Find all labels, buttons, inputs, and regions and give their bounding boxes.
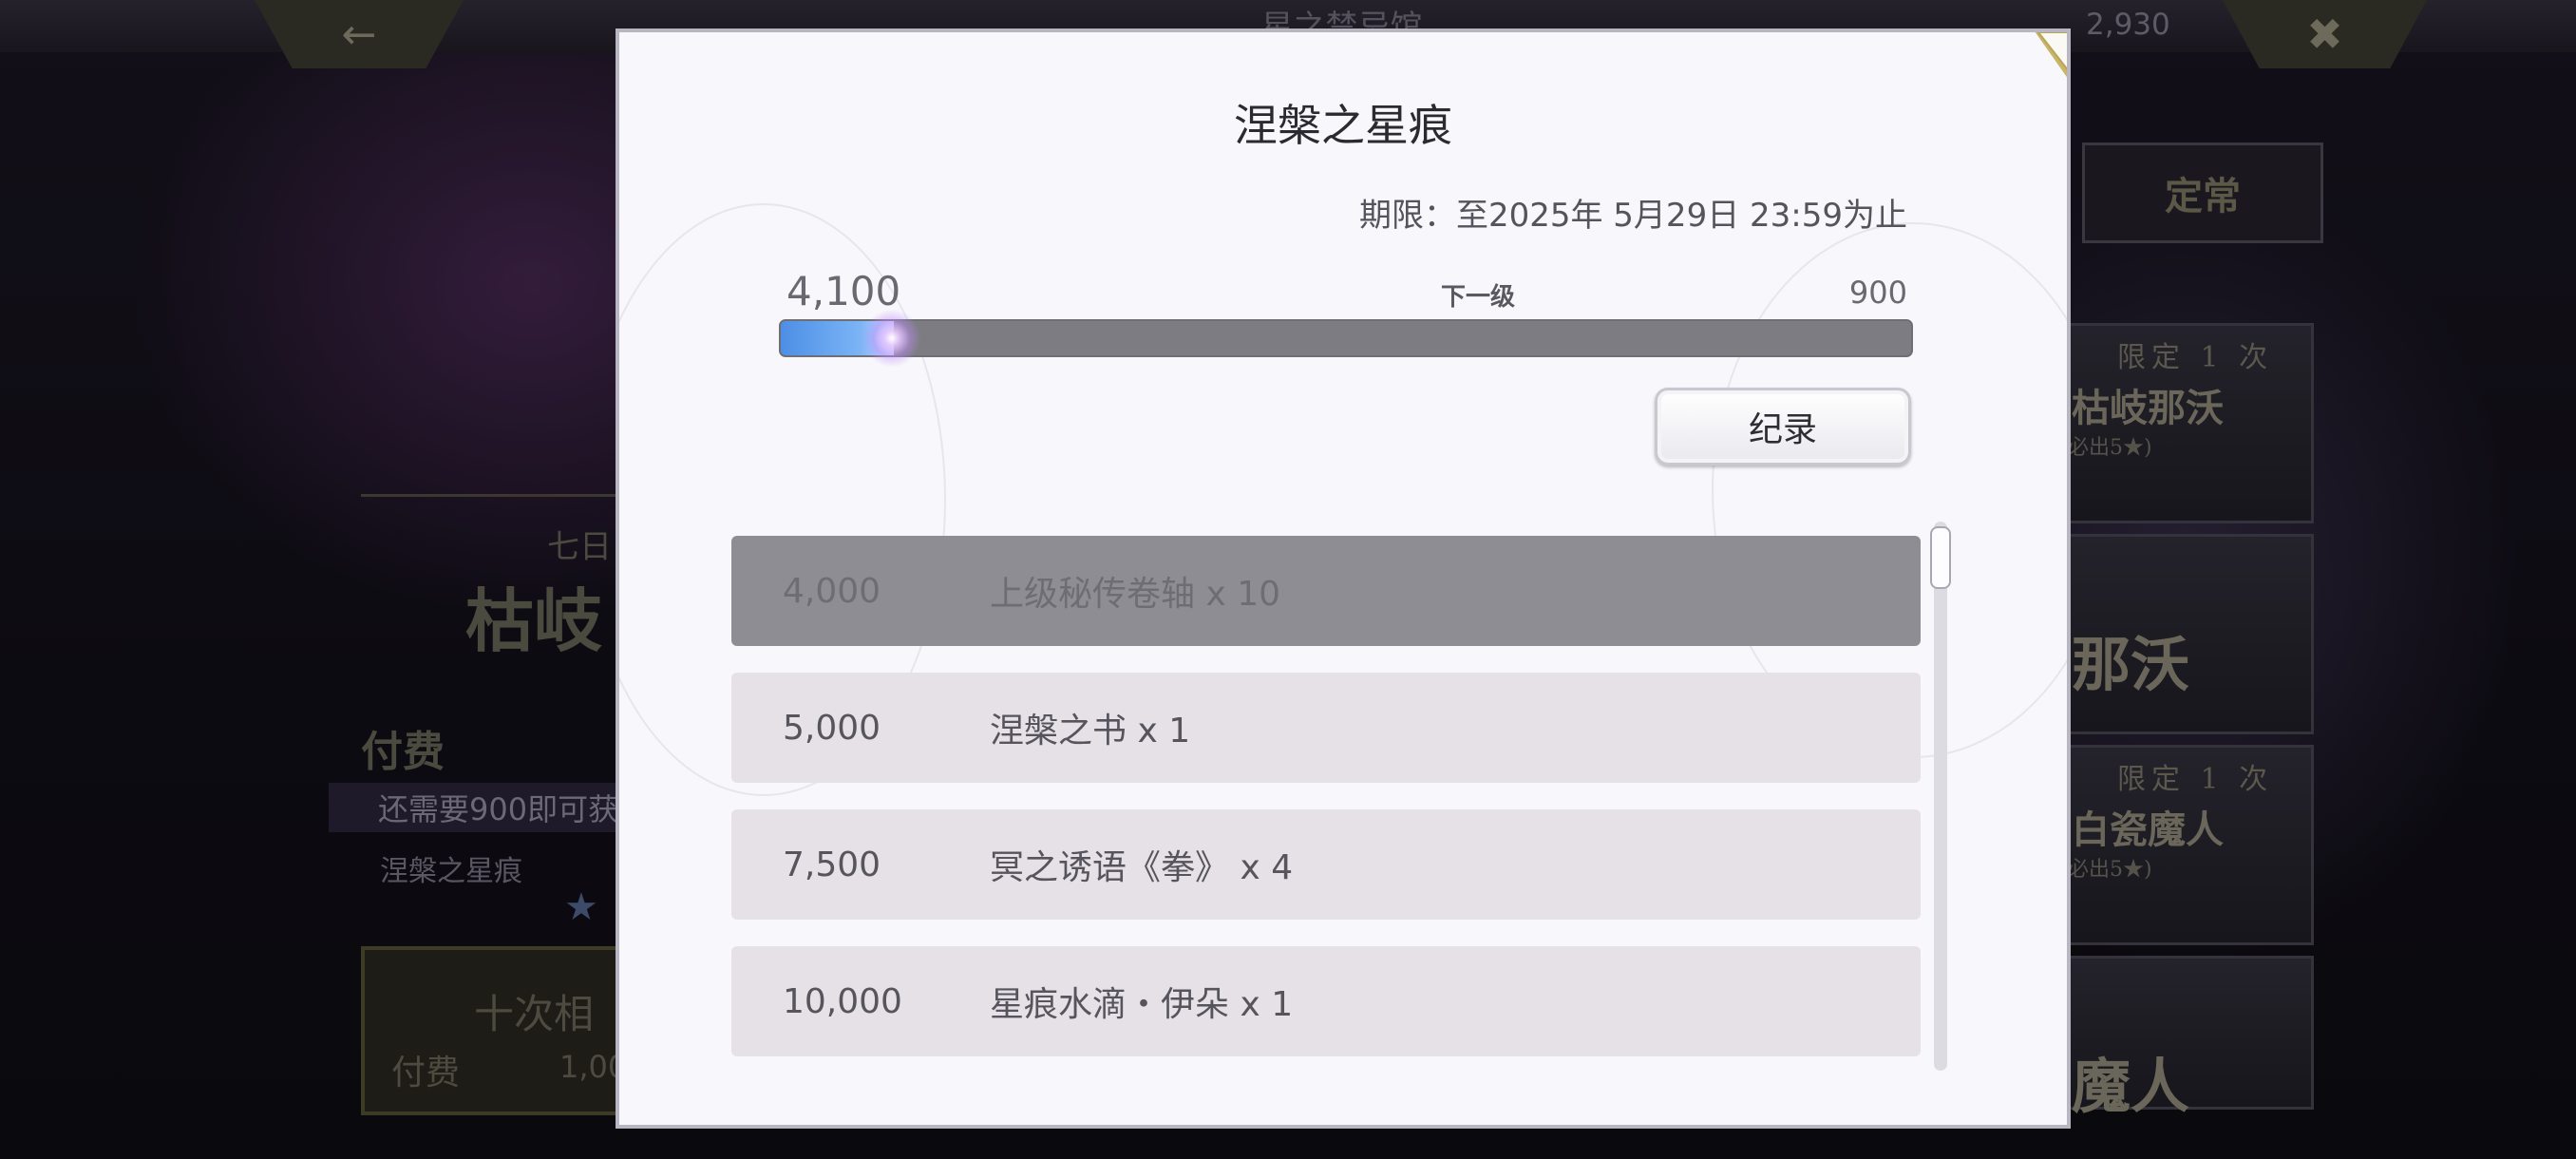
reward-points: 5,000 — [783, 708, 881, 748]
gem-count: 2,930 — [2086, 8, 2170, 42]
banner-2[interactable]: 那沃 — [2052, 534, 2314, 734]
list-item: 5,000 涅槃之书 x 1 — [731, 673, 1921, 783]
banner-1[interactable]: 限定 1 次 枯岐那沃 必出5★) — [2052, 323, 2314, 523]
list-item: 4,000 上级秘传卷轴 x 10 — [731, 536, 1921, 646]
list-item: 7,500 冥之诱语《拳》 x 4 — [731, 809, 1921, 920]
reward-modal: 涅槃之星痕 期限：至2025年 5月29日 23:59为止 4,100 下一级 … — [616, 28, 2071, 1129]
scrollbar-thumb[interactable] — [1930, 526, 1951, 589]
record-button[interactable]: 纪录 — [1655, 388, 1911, 466]
next-level-label: 下一级 — [1441, 283, 1516, 312]
banner-4[interactable]: 魔人 — [2052, 956, 2314, 1121]
modal-close-button[interactable] — [2033, 28, 2071, 99]
scrollbar-track[interactable] — [1934, 522, 1947, 1071]
reward-list[interactable]: 4,000 上级秘传卷轴 x 10 5,000 涅槃之书 x 1 7,500 冥… — [731, 536, 1924, 1070]
left-event-name: 涅槃之星痕 — [380, 855, 522, 888]
banner-name: 枯岐那沃 — [2072, 386, 2224, 430]
left-paid-label: 付费 — [361, 728, 445, 776]
banner-limit-label: 限定 1 次 — [2117, 341, 2274, 374]
star-icon: ★ — [564, 885, 598, 929]
event-period: 期限：至2025年 5月29日 23:59为止 — [1358, 197, 1907, 235]
left-title: 枯岐 — [465, 580, 603, 661]
back-arrow-icon: ← — [341, 10, 377, 59]
banner-sub: 必出5★) — [2068, 436, 2152, 460]
banner-limit-label: 限定 1 次 — [2117, 763, 2274, 796]
reward-name: 上级秘传卷轴 x 10 — [990, 575, 1281, 614]
reward-name: 星痕水滴・伊朵 x 1 — [990, 985, 1294, 1024]
reward-points: 10,000 — [783, 981, 902, 1021]
reward-points: 4,000 — [783, 571, 881, 611]
reward-points: 7,500 — [783, 845, 881, 884]
close-x-icon: ✖ — [2306, 9, 2343, 60]
points-to-next: 900 — [1848, 275, 1907, 311]
reward-name: 涅槃之书 x 1 — [990, 712, 1191, 750]
banner-3[interactable]: 限定 1 次 白瓷魔人 必出5★) — [2052, 745, 2314, 945]
banner-name: 魔人 — [2072, 1052, 2190, 1121]
paid-label: 付费 — [391, 1054, 461, 1092]
list-item: 10,000 星痕水滴・伊朵 x 1 — [731, 946, 1921, 1056]
current-points: 4,100 — [786, 268, 901, 314]
ten-pull-label: 十次相 — [474, 991, 595, 1037]
left-need-text: 还需要900即可获 — [329, 783, 642, 832]
banner-name: 那沃 — [2072, 630, 2190, 699]
banner-sub: 必出5★) — [2068, 858, 2152, 882]
reward-name: 冥之诱语《拳》 x 4 — [990, 848, 1294, 887]
left-title-small: 七日 — [547, 528, 612, 566]
progress-bar — [779, 319, 1913, 357]
progress-sparkle-icon — [863, 310, 921, 367]
modal-title: 涅槃之星痕 — [1234, 100, 1452, 151]
ten-pull-button[interactable]: 十次相 付费 1,00 — [361, 946, 653, 1115]
tab-regular[interactable]: 定常 — [2082, 142, 2323, 243]
banner-name: 白瓷魔人 — [2072, 808, 2224, 852]
